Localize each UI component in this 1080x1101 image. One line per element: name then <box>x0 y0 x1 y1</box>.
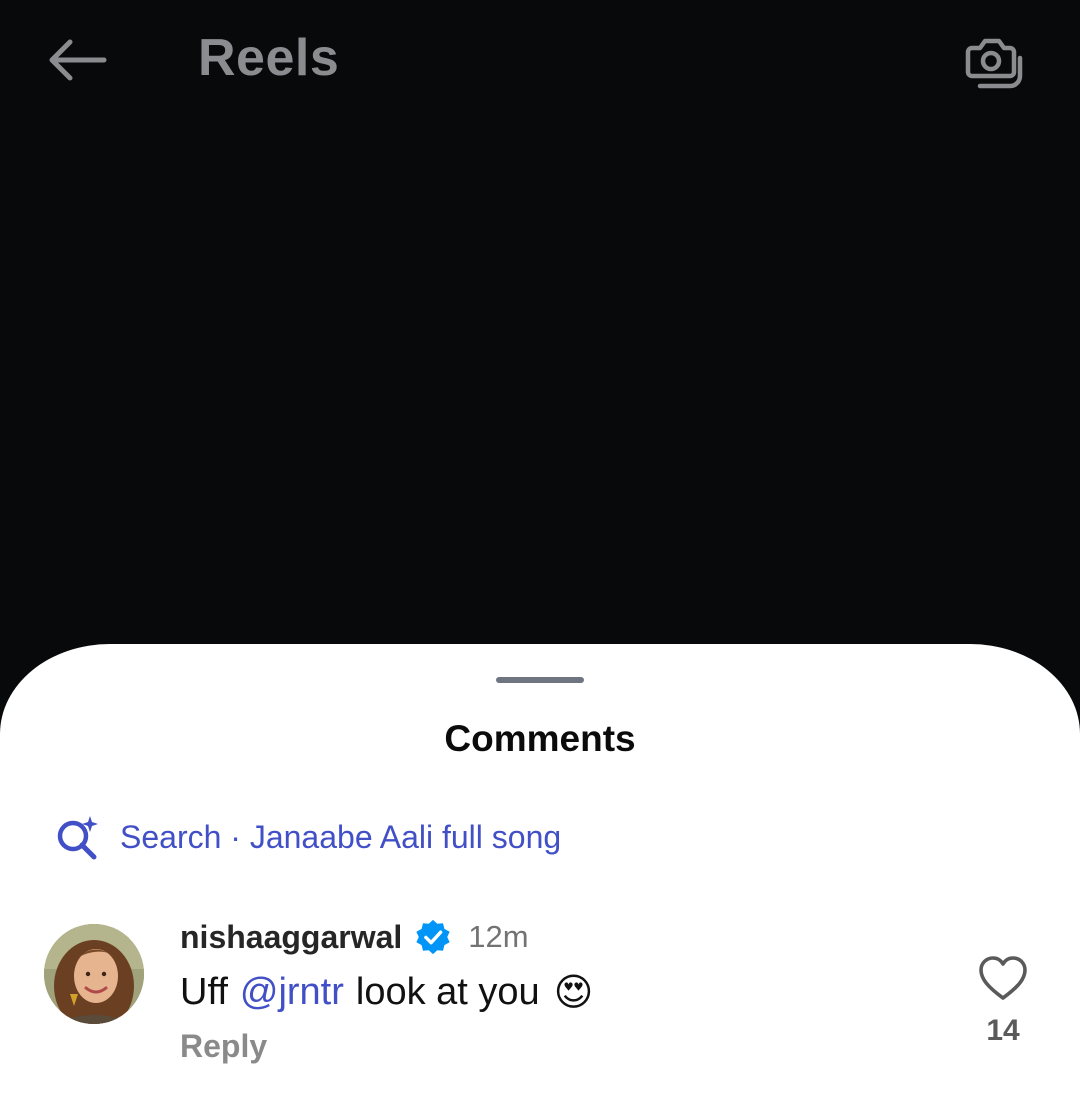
camera-button[interactable] <box>955 26 1027 94</box>
comment-text-before: Uff <box>180 970 228 1013</box>
comments-title: Comments <box>444 718 636 759</box>
camera-icon <box>965 38 1023 89</box>
drag-handle[interactable] <box>496 677 584 683</box>
comment-text-after: look at you <box>355 970 540 1013</box>
like-heart-icon[interactable] <box>978 954 1028 1004</box>
back-button[interactable] <box>40 30 112 90</box>
profile-photo <box>44 924 144 1024</box>
reply-button[interactable]: Reply <box>180 1028 593 1065</box>
comment-body: nishaaggarwal 12m Uff @jrntr look at you… <box>180 914 593 1065</box>
reels-screen: Reels Comments Search · Janaabe Aali ful… <box>0 0 1080 1101</box>
comment-username[interactable]: nishaaggarwal <box>180 919 402 956</box>
comments-sheet: Comments Search · Janaabe Aali full song <box>0 644 1080 1101</box>
verified-badge-icon <box>416 919 450 955</box>
comment-mention[interactable]: @jrntr <box>240 971 344 1014</box>
like-count: 14 <box>986 1014 1020 1047</box>
comment-time: 12m <box>468 919 529 954</box>
ai-search-icon <box>57 816 98 860</box>
comment-item: nishaaggarwal 12m Uff @jrntr look at you… <box>0 914 1080 1094</box>
comment-meta: nishaaggarwal 12m <box>180 914 593 960</box>
top-bar: Reels <box>0 0 1080 120</box>
search-suggestion[interactable]: Search · Janaabe Aali full song <box>54 812 561 862</box>
comment-text: Uff @jrntr look at you 😍 <box>180 970 593 1014</box>
search-suggestion-text: Search · Janaabe Aali full song <box>120 818 562 855</box>
page-title: Reels <box>198 29 340 87</box>
avatar[interactable] <box>44 924 144 1024</box>
heart-eyes-emoji: 😍 <box>553 970 594 1014</box>
arrow-left-icon <box>49 39 107 81</box>
